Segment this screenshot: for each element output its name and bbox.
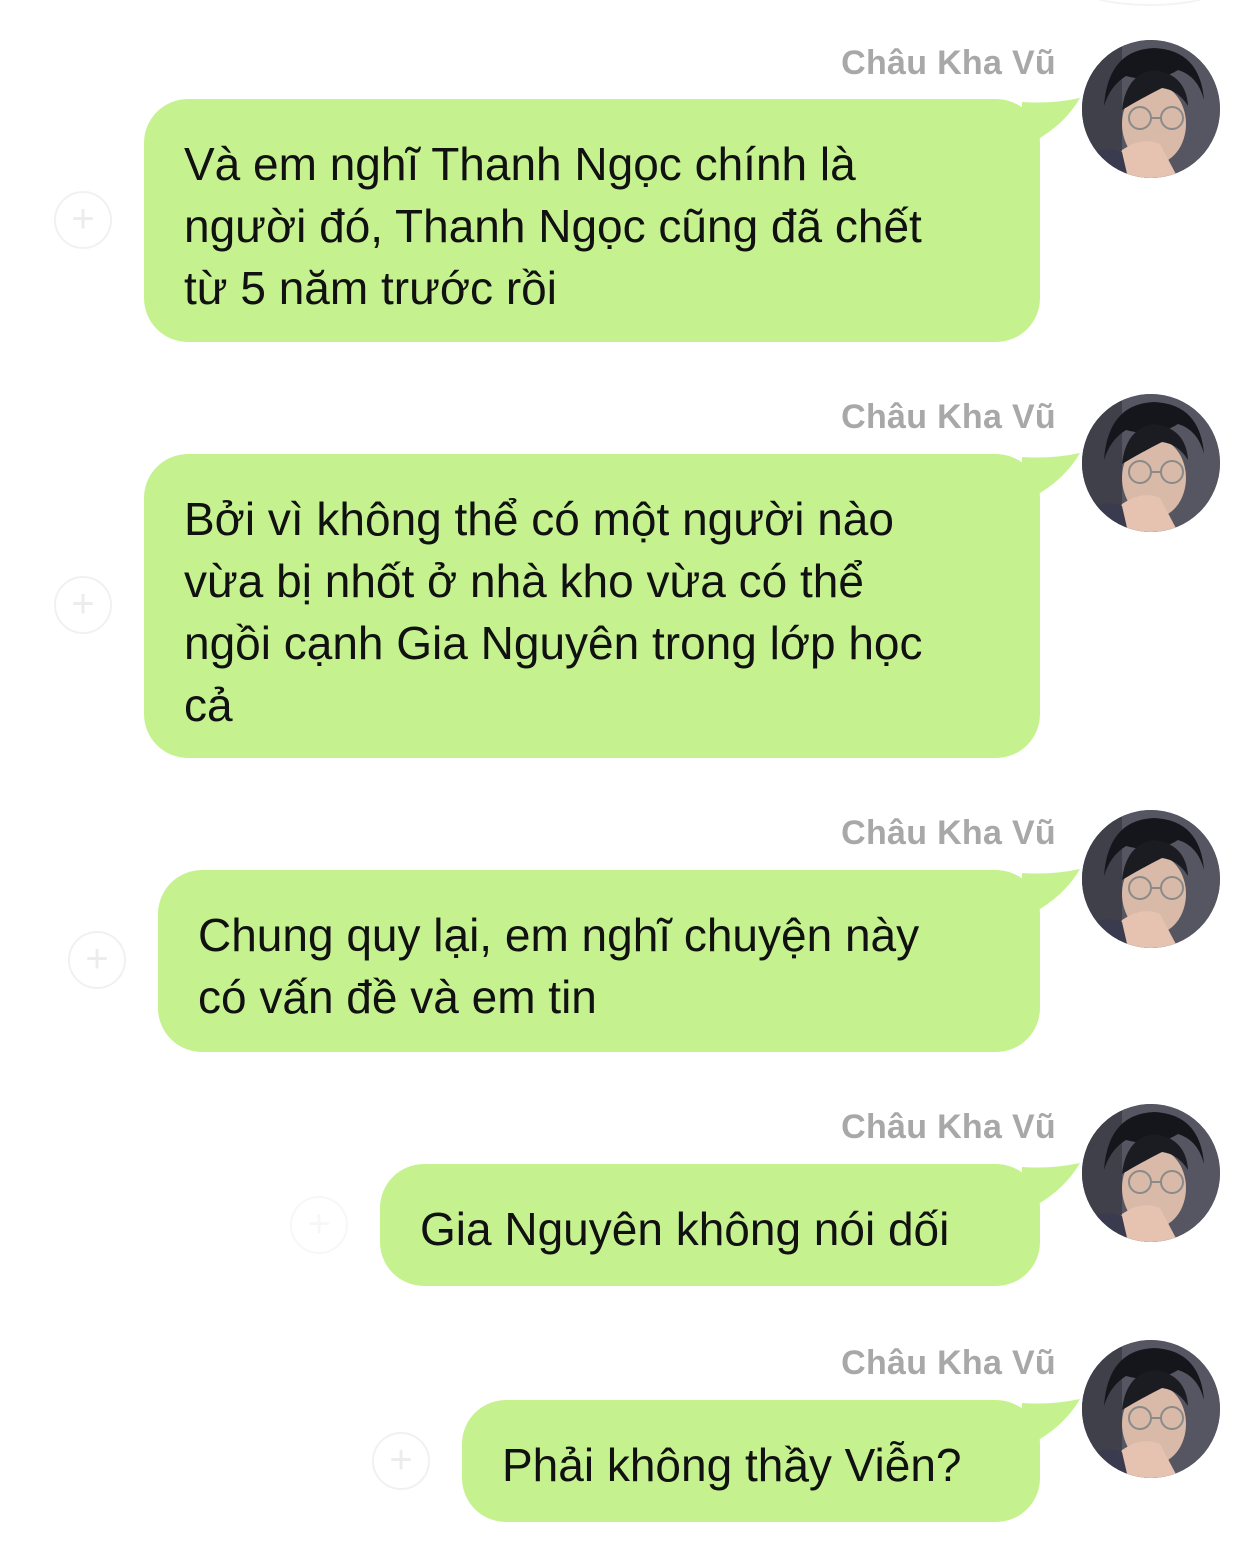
avatar-photo-icon xyxy=(1082,1104,1220,1242)
avatar-photo-icon xyxy=(1082,810,1220,948)
sender-name: Châu Kha Vũ xyxy=(841,44,1056,82)
avatar[interactable] xyxy=(1082,1340,1220,1478)
avatar[interactable] xyxy=(1082,394,1220,532)
message-bubble[interactable]: Chung quy lại, em nghĩ chuyện này có vấn… xyxy=(158,870,1040,1052)
avatar[interactable] xyxy=(1082,810,1220,948)
message-bubble[interactable]: Gia Nguyên không nói dối xyxy=(380,1164,1040,1286)
message-bubble[interactable]: Bởi vì không thể có một người nào vừa bị… xyxy=(144,454,1040,758)
plus-circle-icon[interactable]: + xyxy=(290,1196,348,1254)
sender-name: Châu Kha Vũ xyxy=(841,1108,1056,1146)
chat-thread: Châu Kha Vũ Và em nghĩ Thanh Ngọc chính … xyxy=(0,0,1242,1545)
avatar-photo-icon xyxy=(1082,394,1220,532)
plus-circle-icon[interactable]: + xyxy=(54,576,112,634)
previous-avatar-edge xyxy=(1080,0,1220,6)
plus-circle-icon[interactable]: + xyxy=(372,1432,430,1490)
sender-name: Châu Kha Vũ xyxy=(841,398,1056,436)
plus-circle-icon[interactable]: + xyxy=(68,931,126,989)
avatar-photo-icon xyxy=(1082,1340,1220,1478)
avatar[interactable] xyxy=(1082,40,1220,178)
sender-name: Châu Kha Vũ xyxy=(841,1344,1056,1382)
avatar-photo-icon xyxy=(1082,40,1220,178)
sender-name: Châu Kha Vũ xyxy=(841,814,1056,852)
plus-circle-icon[interactable]: + xyxy=(54,191,112,249)
avatar[interactable] xyxy=(1082,1104,1220,1242)
message-bubble[interactable]: Và em nghĩ Thanh Ngọc chính là người đó,… xyxy=(144,99,1040,342)
message-bubble[interactable]: Phải không thầy Viễn? xyxy=(462,1400,1040,1522)
